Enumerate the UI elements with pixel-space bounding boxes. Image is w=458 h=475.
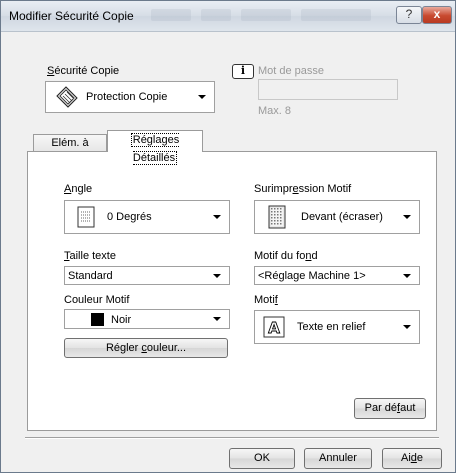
color-swatch	[91, 313, 104, 326]
tab-detailed-settings-label: Réglages Détaillés	[130, 133, 180, 165]
titlebar-glass-reflection	[201, 9, 231, 21]
text-size-value: Standard	[68, 270, 113, 282]
ok-button-label: OK	[254, 452, 270, 464]
footer-separator	[25, 437, 439, 439]
background-pattern-select[interactable]: <Réglage Machine 1>	[254, 266, 420, 285]
angle-value: 0 Degrés	[107, 211, 152, 223]
password-input[interactable]	[258, 79, 398, 100]
svg-text:A: A	[268, 319, 280, 337]
background-pattern-label: Motif du fond	[254, 250, 318, 262]
help-button-label: Aide	[400, 452, 424, 464]
tab-print-elements[interactable]: Elém. à imprim.	[33, 134, 107, 165]
overprint-label: Surimpression Motif	[254, 183, 352, 195]
chevron-down-icon	[213, 215, 221, 219]
security-copy-value: Protection Copie	[86, 91, 168, 103]
pattern-label: Motif	[254, 294, 278, 306]
pattern-value: Texte en relief	[297, 321, 366, 333]
titlebar-glass-reflection	[301, 9, 371, 21]
titlebar-glass-reflection	[241, 9, 291, 21]
pattern-color-value: Noir	[111, 314, 132, 326]
security-copy-label: Sécurité Copie	[47, 65, 120, 77]
chevron-down-icon	[403, 215, 411, 219]
adjust-color-button[interactable]: Régler couleur...	[64, 338, 228, 358]
password-max-hint: Max. 8	[258, 105, 292, 117]
help-button[interactable]: Aide	[382, 448, 442, 469]
security-copy-select[interactable]: Protection Copie	[45, 81, 215, 113]
chevron-down-icon	[403, 325, 411, 329]
overprint-value: Devant (écraser)	[301, 211, 383, 223]
cancel-button-label: Annuler	[319, 452, 357, 464]
help-title-button[interactable]: ?	[396, 6, 422, 24]
chevron-down-icon	[403, 273, 411, 278]
angle-grid-icon	[77, 206, 95, 228]
text-size-label: Taille texte	[64, 250, 116, 262]
default-button[interactable]: Par défaut	[354, 398, 426, 419]
info-icon: i	[232, 64, 254, 79]
adjust-color-button-label: Régler couleur...	[105, 342, 187, 354]
ok-button[interactable]: OK	[229, 448, 295, 469]
text-size-select[interactable]: Standard	[64, 266, 230, 285]
chevron-down-icon	[198, 95, 206, 99]
close-button[interactable]: x	[422, 6, 452, 24]
background-pattern-value: <Réglage Machine 1>	[258, 270, 366, 282]
overprint-select[interactable]: Devant (écraser)	[254, 200, 420, 234]
overprint-pattern-icon	[268, 205, 286, 229]
title-bar: Modifier Sécurité Copie ? x	[1, 1, 455, 32]
detailed-settings-panel: Angle 0 Degrés Surimpression Motif Devan…	[27, 151, 437, 431]
angle-select[interactable]: 0 Degrés	[64, 200, 230, 234]
titlebar-glass-reflection	[151, 9, 191, 21]
pattern-color-label: Couleur Motif	[64, 294, 130, 306]
copy-protection-icon	[56, 86, 78, 108]
tab-detailed-settings[interactable]: Réglages Détaillés	[107, 130, 203, 165]
default-button-label: Par défaut	[364, 402, 416, 414]
embossed-letter-icon: A	[263, 316, 285, 338]
password-label: Mot de passe	[258, 65, 325, 77]
pattern-color-select[interactable]: Noir	[64, 309, 230, 329]
chevron-down-icon	[213, 317, 221, 321]
window-title: Modifier Sécurité Copie	[9, 9, 134, 23]
angle-label: Angle	[64, 183, 93, 195]
pattern-select[interactable]: A Texte en relief	[254, 310, 420, 344]
dialog-window: Modifier Sécurité Copie ? x Sécurité Cop…	[0, 0, 456, 473]
cancel-button[interactable]: Annuler	[304, 448, 372, 469]
chevron-down-icon	[213, 273, 221, 278]
